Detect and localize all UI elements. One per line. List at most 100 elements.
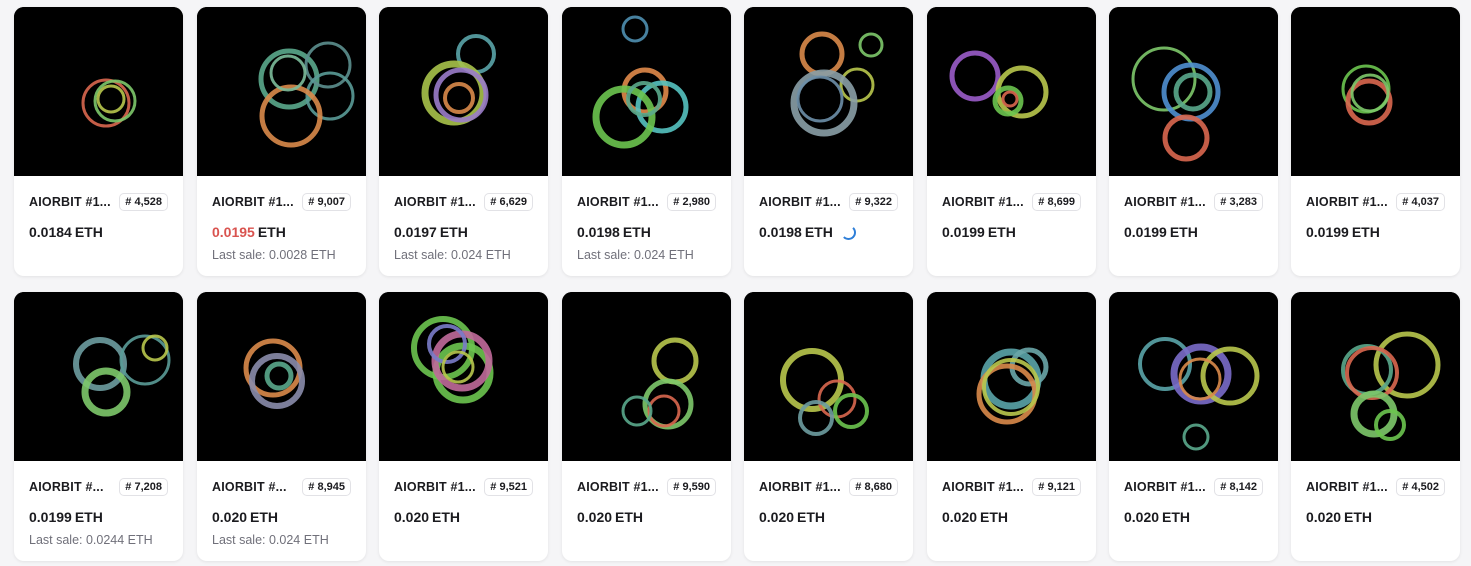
price-row: 0.020 ETH [759, 507, 898, 527]
price-row: 0.0199 ETH [1306, 222, 1445, 242]
nft-artwork-image[interactable] [562, 7, 731, 176]
nft-card[interactable]: AIORBIT #1... # 2,980 0.0198 ETH Last sale: … [562, 7, 731, 276]
nft-artwork-image[interactable] [379, 292, 548, 461]
nft-name-row: AIORBIT #1... # 6,629 [394, 190, 533, 214]
price-row: 0.0199 ETH [1124, 222, 1263, 242]
nft-card[interactable]: AIORBIT #1... # 9,521 0.020 ETH [379, 292, 548, 561]
nft-artwork-image[interactable] [927, 292, 1096, 461]
nft-artwork-image[interactable] [1291, 7, 1460, 176]
price-unit: ETH [74, 224, 103, 240]
price-value: 0.020 [759, 509, 795, 525]
loading-spinner-icon [840, 224, 856, 240]
price-row: 0.020 ETH [1306, 507, 1445, 527]
nft-card[interactable]: AIORBIT #1... # 4,528 0.0184 ETH [14, 7, 183, 276]
nft-name-row: AIORBIT #1... # 9,121 [942, 475, 1081, 499]
nft-artwork-image[interactable] [197, 7, 366, 176]
nft-name-row: AIORBIT #1... # 9,322 [759, 190, 898, 214]
nft-card[interactable]: AIORBIT #1... # 6,629 0.0197 ETH Last sale: … [379, 7, 548, 276]
price-value: 0.0198 [759, 224, 802, 240]
price-unit: ETH [797, 509, 826, 525]
price-unit: ETH [615, 509, 644, 525]
nft-card[interactable]: AIORBIT #1... # 3,283 0.0199 ETH [1109, 7, 1278, 276]
nft-card[interactable]: AIORBIT #1... # 8,699 0.0199 ETH [927, 7, 1096, 276]
rarity-rank-badge: # 9,121 [1032, 478, 1081, 496]
nft-name: AIORBIT #1... [942, 480, 1024, 494]
nft-name: AIORBIT #... [29, 480, 104, 494]
price-row: 0.0195 ETH [212, 222, 351, 242]
rarity-rank-badge: # 3,283 [1214, 193, 1263, 211]
nft-card[interactable]: AIORBIT #1... # 9,590 0.020 ETH [562, 292, 731, 561]
nft-name-row: AIORBIT #1... # 4,502 [1306, 475, 1445, 499]
rarity-rank-badge: # 8,699 [1032, 193, 1081, 211]
nft-card[interactable]: AIORBIT #... # 8,945 0.020 ETH Last sale: 0.… [197, 292, 366, 561]
price-row: 0.0198 ETH [577, 222, 716, 242]
price-row: 0.020 ETH [577, 507, 716, 527]
price-row: 0.0184 ETH [29, 222, 168, 242]
price-row: 0.020 ETH [394, 507, 533, 527]
rarity-rank-badge: # 9,521 [484, 478, 533, 496]
price-value: 0.0199 [1124, 224, 1167, 240]
nft-card-info: AIORBIT #... # 7,208 0.0199 ETH Last sale: 0… [14, 461, 183, 547]
rarity-rank-badge: # 6,629 [484, 193, 533, 211]
price-value: 0.020 [212, 509, 248, 525]
price-unit: ETH [257, 224, 286, 240]
price-unit: ETH [1162, 509, 1191, 525]
rarity-rank-badge: # 4,502 [1396, 478, 1445, 496]
last-sale-text: Last sale: 0.024 ETH [394, 248, 511, 262]
rarity-rank-badge: # 8,680 [849, 478, 898, 496]
nft-artwork-image[interactable] [14, 7, 183, 176]
nft-artwork-image[interactable] [14, 292, 183, 461]
nft-artwork-image[interactable] [1109, 7, 1278, 176]
nft-name-row: AIORBIT #1... # 4,528 [29, 190, 168, 214]
nft-artwork-image[interactable] [197, 292, 366, 461]
rarity-rank-badge: # 9,590 [667, 478, 716, 496]
nft-card-info: AIORBIT #1... # 9,521 0.020 ETH [379, 461, 548, 527]
nft-card-info: AIORBIT #1... # 8,699 0.0199 ETH [927, 176, 1096, 242]
nft-card[interactable]: AIORBIT #... # 7,208 0.0199 ETH Last sale: 0… [14, 292, 183, 561]
nft-name-row: AIORBIT #1... # 9,590 [577, 475, 716, 499]
price-value: 0.0184 [29, 224, 72, 240]
price-value: 0.020 [942, 509, 978, 525]
nft-name-row: AIORBIT #1... # 9,007 [212, 190, 351, 214]
price-value: 0.0197 [394, 224, 437, 240]
nft-card[interactable]: AIORBIT #1... # 8,142 0.020 ETH [1109, 292, 1278, 561]
nft-name: AIORBIT #1... [1306, 480, 1388, 494]
rarity-rank-badge: # 4,528 [119, 193, 168, 211]
nft-name: AIORBIT #1... [29, 195, 111, 209]
price-value: 0.0199 [1306, 224, 1349, 240]
nft-card[interactable]: AIORBIT #1... # 9,007 0.0195 ETH Last sale: … [197, 7, 366, 276]
price-unit: ETH [439, 224, 468, 240]
price-value: 0.0199 [29, 509, 72, 525]
price-unit: ETH [1344, 509, 1373, 525]
nft-card-info: AIORBIT #1... # 6,629 0.0197 ETH Last sale: … [379, 176, 548, 262]
nft-card-info: AIORBIT #... # 8,945 0.020 ETH Last sale: 0.… [197, 461, 366, 547]
nft-card-info: AIORBIT #1... # 8,680 0.020 ETH [744, 461, 913, 527]
nft-card-info: AIORBIT #1... # 9,590 0.020 ETH [562, 461, 731, 527]
nft-artwork-image[interactable] [927, 7, 1096, 176]
nft-artwork-image[interactable] [379, 7, 548, 176]
nft-card[interactable]: AIORBIT #1... # 4,502 0.020 ETH [1291, 292, 1460, 561]
nft-artwork-image[interactable] [744, 7, 913, 176]
nft-artwork-image[interactable] [562, 292, 731, 461]
nft-card[interactable]: AIORBIT #1... # 4,037 0.0199 ETH [1291, 7, 1460, 276]
nft-card[interactable]: AIORBIT #1... # 8,680 0.020 ETH [744, 292, 913, 561]
price-value: 0.020 [1124, 509, 1160, 525]
nft-name-row: AIORBIT #1... # 8,142 [1124, 475, 1263, 499]
rarity-rank-badge: # 8,945 [302, 478, 351, 496]
last-sale-text: Last sale: 0.024 ETH [577, 248, 694, 262]
nft-artwork-image[interactable] [1109, 292, 1278, 461]
nft-name-row: AIORBIT #1... # 8,699 [942, 190, 1081, 214]
nft-artwork-image[interactable] [744, 292, 913, 461]
nft-artwork-image[interactable] [1291, 292, 1460, 461]
price-unit: ETH [980, 509, 1009, 525]
nft-name-row: AIORBIT #... # 7,208 [29, 475, 168, 499]
nft-card[interactable]: AIORBIT #1... # 9,322 0.0198 ETH [744, 7, 913, 276]
nft-name: AIORBIT #1... [1124, 195, 1206, 209]
price-row: 0.020 ETH [1124, 507, 1263, 527]
price-value: 0.020 [577, 509, 613, 525]
nft-card[interactable]: AIORBIT #1... # 9,121 0.020 ETH [927, 292, 1096, 561]
price-row: 0.020 ETH [942, 507, 1081, 527]
last-sale-text: Last sale: 0.024 ETH [212, 533, 329, 547]
price-row: 0.0198 ETH [759, 222, 898, 242]
price-unit: ETH [1351, 224, 1380, 240]
